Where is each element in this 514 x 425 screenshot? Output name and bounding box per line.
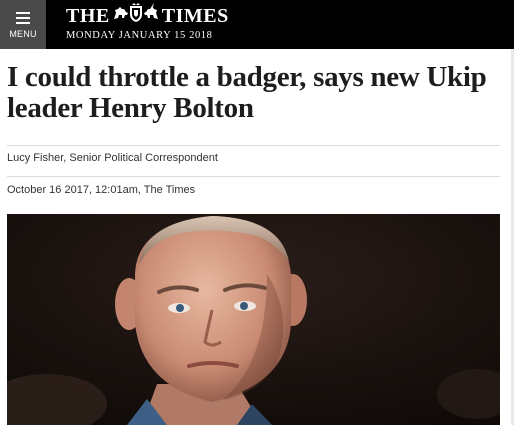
article-published-date: October 16 2017, 12:01am, The Times — [7, 184, 196, 196]
portrait-illustration — [7, 214, 500, 425]
crest-icon — [112, 3, 160, 29]
menu-label: MENU — [9, 29, 37, 39]
masthead-date: MONDAY JANUARY 15 2018 — [66, 30, 213, 41]
article-headline: I could throttle a badger, says new Ukip… — [7, 61, 487, 124]
masthead[interactable]: THE TIMES MONDAY JANUARY 15 2018 — [66, 3, 229, 41]
top-bar: MENU THE TIMES MONDAY JANUARY 15 2018 — [0, 0, 514, 49]
menu-button[interactable]: MENU — [0, 0, 46, 49]
article-photo — [7, 214, 500, 425]
hamburger-icon — [16, 12, 30, 24]
article-byline[interactable]: Lucy Fisher, Senior Political Correspond… — [7, 152, 218, 164]
logo-word-times: TIMES — [161, 4, 229, 27]
divider — [7, 176, 500, 177]
logo-word-the: THE — [66, 4, 110, 27]
the-times-logo[interactable]: THE TIMES — [66, 3, 229, 29]
divider — [7, 145, 500, 146]
